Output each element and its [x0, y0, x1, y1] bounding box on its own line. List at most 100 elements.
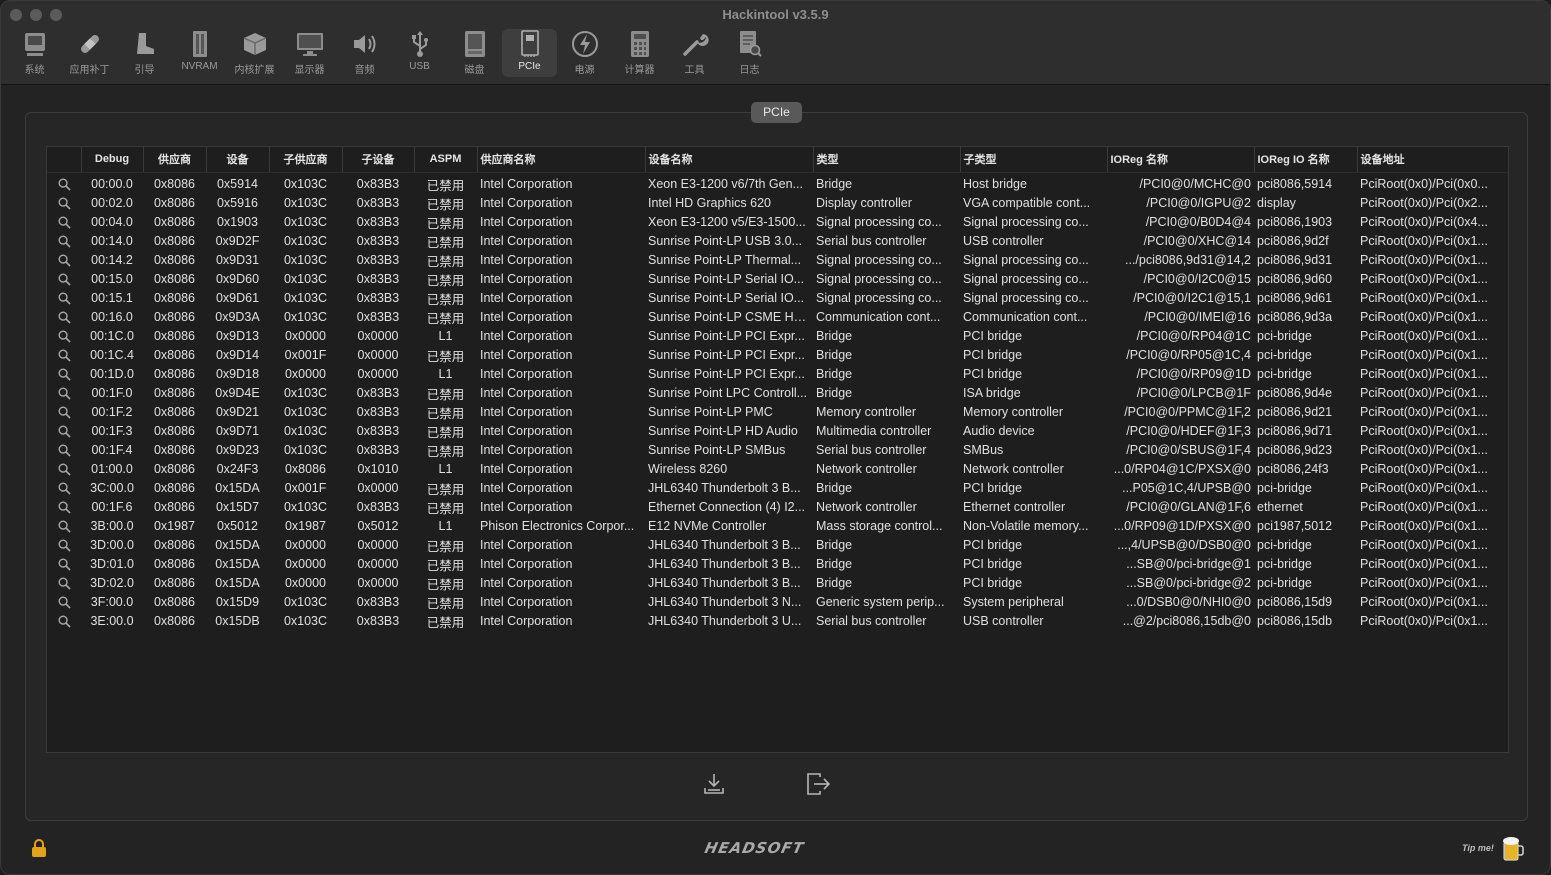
row-inspect-cell[interactable] [47, 441, 81, 460]
row-inspect-cell[interactable] [47, 172, 81, 194]
row-inspect-cell[interactable] [47, 213, 81, 232]
row-inspect-cell[interactable] [47, 251, 81, 270]
magnifier-icon[interactable] [58, 196, 71, 210]
tool-patch-button[interactable]: 应用补丁 [62, 29, 117, 77]
table-row[interactable]: 00:00.0 0x8086 0x5914 0x103C 0x83B3 已禁用 Intel … [47, 172, 1508, 194]
column-header[interactable]: ASPM [414, 147, 478, 173]
table-row[interactable]: 00:1F.0 0x8086 0x9D4E 0x103C 0x83B3 已禁用 Intel … [47, 384, 1508, 403]
magnifier-icon[interactable] [58, 576, 71, 590]
table-row[interactable]: 3E:00.0 0x8086 0x15DB 0x103C 0x83B3 已禁用 Intel … [47, 612, 1508, 631]
tool-system-button[interactable]: 系统 [7, 29, 62, 77]
row-inspect-cell[interactable] [47, 365, 81, 384]
table-row[interactable]: 00:1C.0 0x8086 0x9D13 0x0000 0x0000 L1 Intel C… [47, 327, 1508, 346]
table-row[interactable]: 00:1F.2 0x8086 0x9D21 0x103C 0x83B3 已禁用 Intel … [47, 403, 1508, 422]
table-row[interactable]: 3C:00.0 0x8086 0x15DA 0x001F 0x0000 已禁用 Intel … [47, 479, 1508, 498]
table-row[interactable]: 00:1C.4 0x8086 0x9D14 0x001F 0x0000 已禁用 Intel … [47, 346, 1508, 365]
row-inspect-cell[interactable] [47, 327, 81, 346]
table-row[interactable]: 3F:00.0 0x8086 0x15D9 0x103C 0x83B3 已禁用 Intel … [47, 593, 1508, 612]
column-header[interactable]: 子类型 [960, 147, 1108, 173]
table-row[interactable]: 01:00.0 0x8086 0x24F3 0x8086 0x1010 L1 Intel C… [47, 460, 1508, 479]
tool-nvram-button[interactable]: NVRAM [172, 29, 227, 77]
table-row[interactable]: 00:14.2 0x8086 0x9D31 0x103C 0x83B3 已禁用 Intel … [47, 251, 1508, 270]
table-row[interactable]: 00:02.0 0x8086 0x5916 0x103C 0x83B3 已禁用 Intel … [47, 194, 1508, 213]
beer-icon[interactable] [1501, 834, 1525, 862]
row-inspect-cell[interactable] [47, 346, 81, 365]
tool-calculator-button[interactable]: 计算器 [612, 29, 667, 77]
magnifier-icon[interactable] [58, 595, 71, 609]
tip-me-label[interactable]: Tip me! [1462, 843, 1494, 853]
tool-audio-button[interactable]: 音频 [337, 29, 392, 77]
row-inspect-cell[interactable] [47, 422, 81, 441]
magnifier-icon[interactable] [58, 443, 71, 457]
row-inspect-cell[interactable] [47, 270, 81, 289]
tool-pcie-button[interactable]: PCIe [502, 29, 557, 77]
magnifier-icon[interactable] [58, 500, 71, 514]
table-row[interactable]: 00:1F.4 0x8086 0x9D23 0x103C 0x83B3 已禁用 Intel … [47, 441, 1508, 460]
table-row[interactable]: 3B:00.0 0x1987 0x5012 0x1987 0x5012 L1 Phison … [47, 517, 1508, 536]
tool-boot-button[interactable]: 引导 [117, 29, 172, 77]
magnifier-icon[interactable] [58, 405, 71, 419]
tool-disk-button[interactable]: 磁盘 [447, 29, 502, 77]
magnifier-icon[interactable] [58, 367, 71, 381]
column-header[interactable]: 供应商名称 [477, 147, 646, 173]
column-header[interactable]: 设备地址 [1357, 147, 1508, 173]
magnifier-icon[interactable] [58, 253, 71, 267]
magnifier-icon[interactable] [58, 557, 71, 571]
row-inspect-cell[interactable] [47, 460, 81, 479]
magnifier-icon[interactable] [58, 329, 71, 343]
table-row[interactable]: 00:16.0 0x8086 0x9D3A 0x103C 0x83B3 已禁用 Intel … [47, 308, 1508, 327]
table-row[interactable]: 00:14.0 0x8086 0x9D2F 0x103C 0x83B3 已禁用 Intel … [47, 232, 1508, 251]
tool-log-button[interactable]: 日志 [722, 29, 777, 77]
table-row[interactable]: 00:04.0 0x8086 0x1903 0x103C 0x83B3 已禁用 Intel … [47, 213, 1508, 232]
lock-icon[interactable] [31, 838, 47, 858]
column-header[interactable]: 设备 [206, 147, 270, 173]
tool-tools-button[interactable]: 工具 [667, 29, 722, 77]
magnifier-icon[interactable] [58, 538, 71, 552]
table-row[interactable]: 3D:02.0 0x8086 0x15DA 0x0000 0x0000 已禁用 Intel … [47, 574, 1508, 593]
row-inspect-cell[interactable] [47, 574, 81, 593]
row-inspect-cell[interactable] [47, 555, 81, 574]
row-inspect-cell[interactable] [47, 308, 81, 327]
tool-power-button[interactable]: 电源 [557, 29, 612, 77]
table-row[interactable]: 3D:01.0 0x8086 0x15DA 0x0000 0x0000 已禁用 Intel … [47, 555, 1508, 574]
magnifier-icon[interactable] [58, 215, 71, 229]
tool-kext-button[interactable]: 内核扩展 [227, 29, 282, 77]
magnifier-icon[interactable] [58, 481, 71, 495]
panel-tab-pcie[interactable]: PCIe [751, 102, 802, 123]
row-inspect-cell[interactable] [47, 517, 81, 536]
row-inspect-cell[interactable] [47, 384, 81, 403]
quit-icon[interactable] [804, 770, 832, 798]
tool-usb-button[interactable]: USB [392, 29, 447, 77]
column-header[interactable]: 设备名称 [645, 147, 814, 173]
column-header[interactable]: 子供应商 [269, 147, 343, 173]
magnifier-icon[interactable] [58, 348, 71, 362]
row-inspect-cell[interactable] [47, 232, 81, 251]
magnifier-icon[interactable] [58, 310, 71, 324]
table-row[interactable]: 00:1D.0 0x8086 0x9D18 0x0000 0x0000 L1 Intel C… [47, 365, 1508, 384]
row-inspect-cell[interactable] [47, 289, 81, 308]
column-header[interactable]: IOReg 名称 [1107, 147, 1255, 173]
tool-display-button[interactable]: 显示器 [282, 29, 337, 77]
row-inspect-cell[interactable] [47, 403, 81, 422]
table-row[interactable]: 00:15.1 0x8086 0x9D61 0x103C 0x83B3 已禁用 Intel … [47, 289, 1508, 308]
pcie-table-container[interactable]: Debug 供应商 设备 子供应商 子设备 ASPM 供应商名称 设备名称 类型 子类型 IOReg… [46, 146, 1509, 753]
row-inspect-cell[interactable] [47, 479, 81, 498]
magnifier-icon[interactable] [58, 386, 71, 400]
magnifier-icon[interactable] [58, 462, 71, 476]
column-header[interactable]: Debug [81, 147, 144, 173]
magnifier-icon[interactable] [58, 291, 71, 305]
column-header[interactable] [47, 147, 82, 173]
row-inspect-cell[interactable] [47, 593, 81, 612]
magnifier-icon[interactable] [58, 272, 71, 286]
column-header[interactable]: IOReg IO 名称 [1254, 147, 1358, 173]
row-inspect-cell[interactable] [47, 612, 81, 631]
row-inspect-cell[interactable] [47, 194, 81, 213]
column-header[interactable]: 子设备 [342, 147, 415, 173]
table-row[interactable]: 00:1F.3 0x8086 0x9D71 0x103C 0x83B3 已禁用 Intel … [47, 422, 1508, 441]
magnifier-icon[interactable] [58, 519, 71, 533]
table-row[interactable]: 00:1F.6 0x8086 0x15D7 0x103C 0x83B3 已禁用 Intel … [47, 498, 1508, 517]
table-row[interactable]: 00:15.0 0x8086 0x9D60 0x103C 0x83B3 已禁用 Intel … [47, 270, 1508, 289]
row-inspect-cell[interactable] [47, 498, 81, 517]
magnifier-icon[interactable] [58, 177, 71, 191]
column-header[interactable]: 供应商 [143, 147, 207, 173]
